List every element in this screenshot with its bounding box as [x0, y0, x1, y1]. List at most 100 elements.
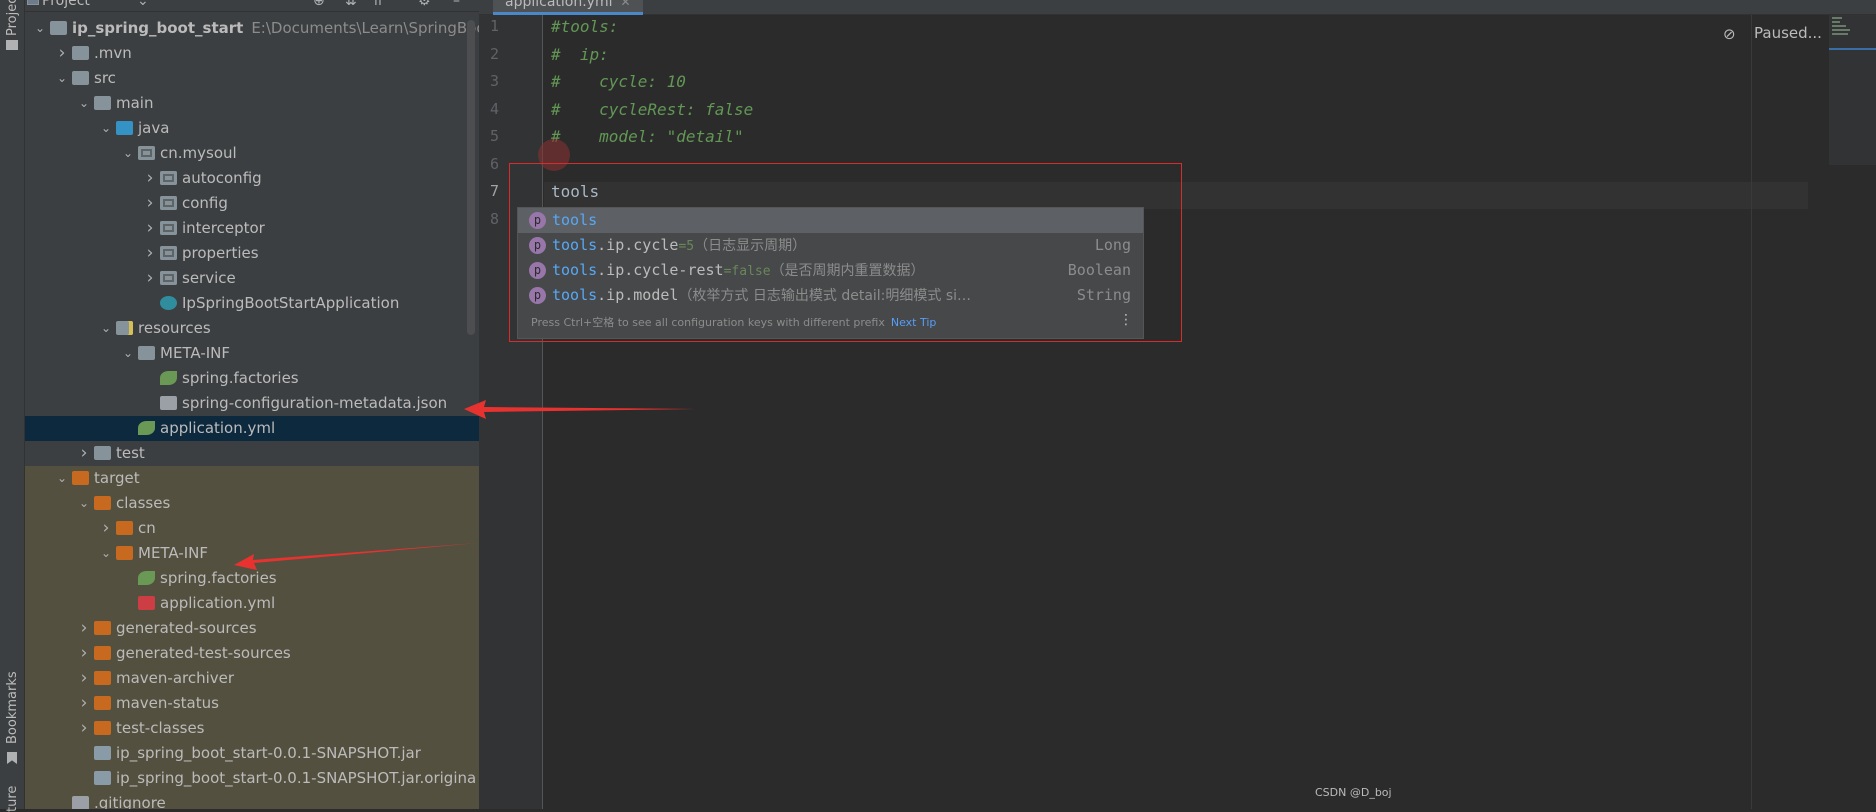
tree-row[interactable]: ⌄ cn.mysoul	[25, 141, 479, 166]
tree-row[interactable]: › test-classes	[25, 716, 479, 741]
tab-application-yml[interactable]: application.yml ✕	[493, 0, 643, 15]
tree-row[interactable]: application.yml	[25, 591, 479, 616]
chevron-right-icon[interactable]: ›	[144, 191, 156, 216]
chevron-down-icon[interactable]: ⌄	[56, 66, 68, 91]
chevron-right-icon[interactable]: ›	[144, 166, 156, 191]
hide-icon[interactable]: –	[453, 0, 467, 8]
tree-row[interactable]: › .mvn	[25, 41, 479, 66]
module-icon	[50, 21, 67, 35]
watermark: CSDN @D_boj	[1315, 786, 1392, 799]
package-icon	[160, 171, 177, 185]
tree-row[interactable]: ⌄ classes	[25, 491, 479, 516]
package-icon	[138, 146, 155, 160]
expand-all-icon[interactable]: ⇊	[345, 0, 359, 8]
code-line[interactable]: # ip:	[551, 45, 609, 64]
collapse-all-icon[interactable]: ⇈	[372, 0, 386, 8]
chevron-down-icon[interactable]: ⌄	[100, 116, 112, 141]
code-line[interactable]: #tools:	[551, 17, 618, 36]
excluded-folder-icon	[94, 496, 111, 510]
tree-row-label: test	[116, 444, 145, 462]
tree-row[interactable]: ⌄ ip_spring_boot_start E:\Documents\Learn\…	[25, 16, 479, 41]
tree-row[interactable]: ⌄ resources	[25, 316, 479, 341]
tree-row[interactable]: ⌄ target	[25, 466, 479, 491]
tree-row[interactable]: › config	[25, 191, 479, 216]
chevron-right-icon[interactable]: ›	[78, 641, 90, 666]
package-icon	[160, 271, 177, 285]
chevron-right-icon[interactable]: ›	[100, 516, 112, 541]
tree-row[interactable]: spring-configuration-metadata.json	[25, 391, 479, 416]
excluded-folder-icon	[94, 646, 111, 660]
chevron-right-icon[interactable]: ›	[78, 666, 90, 691]
tree-row[interactable]: › service	[25, 266, 479, 291]
tree-row-label: autoconfig	[182, 169, 262, 187]
chevron-right-icon[interactable]: ›	[56, 41, 68, 66]
locate-icon[interactable]: ⊕	[313, 0, 327, 8]
tree-row[interactable]: › cn	[25, 516, 479, 541]
chevron-right-icon[interactable]: ›	[144, 266, 156, 291]
close-icon[interactable]: ✕	[621, 0, 631, 9]
project-panel-title[interactable]: Project	[42, 0, 90, 9]
tab-label: application.yml	[505, 0, 613, 10]
tree-row[interactable]: › maven-status	[25, 691, 479, 716]
tree-row-label: spring.factories	[182, 369, 299, 387]
tree-row[interactable]: ip_spring_boot_start-0.0.1-SNAPSHOT.jar	[25, 741, 479, 766]
tree-row[interactable]: › generated-sources	[25, 616, 479, 641]
chevron-right-icon[interactable]: ›	[78, 691, 90, 716]
package-icon	[160, 246, 177, 260]
chevron-right-icon[interactable]: ›	[144, 241, 156, 266]
tree-row[interactable]: spring.factories	[25, 366, 479, 391]
chevron-down-icon[interactable]: ⌄	[100, 541, 112, 566]
tree-row-label: maven-status	[116, 694, 219, 712]
folder-icon	[94, 96, 111, 110]
tree-row[interactable]: › generated-test-sources	[25, 641, 479, 666]
tree-row[interactable]: ⌄ main	[25, 91, 479, 116]
gear-icon[interactable]: ⚙	[418, 0, 432, 8]
tree-row[interactable]: › properties	[25, 241, 479, 266]
tree-row[interactable]: › autoconfig	[25, 166, 479, 191]
tree-row[interactable]: › maven-archiver	[25, 666, 479, 691]
chevron-right-icon[interactable]: ›	[78, 441, 90, 466]
bookmark-icon[interactable]	[7, 752, 17, 764]
paused-status[interactable]: Paused...	[1754, 24, 1822, 42]
tree-row[interactable]: application.yml	[25, 416, 479, 441]
excluded-folder-icon	[94, 721, 111, 735]
chevron-right-icon[interactable]: ›	[144, 216, 156, 241]
chevron-down-icon[interactable]: ⌄	[78, 91, 90, 116]
tree-row[interactable]: › test	[25, 441, 479, 466]
tree-row[interactable]: .gitignore	[25, 791, 479, 809]
source-folder-icon	[116, 121, 133, 135]
excluded-folder-icon	[116, 546, 133, 560]
tree-row-label: cn.mysoul	[160, 144, 237, 162]
project-tool-icon[interactable]	[6, 40, 18, 50]
code-line[interactable]: # cycleRest: false	[551, 100, 753, 119]
tree-row-label: IpSpringBootStartApplication	[182, 294, 400, 312]
tree-row[interactable]: ⌄ META-INF	[25, 341, 479, 366]
chevron-right-icon[interactable]: ›	[78, 716, 90, 741]
code-line[interactable]: # model: "detail"	[551, 127, 744, 146]
chevron-right-icon[interactable]: ›	[78, 616, 90, 641]
code-line[interactable]: # cycle: 10	[551, 72, 686, 91]
tree-row-label: application.yml	[160, 594, 276, 612]
chevron-down-icon[interactable]: ⌄	[56, 466, 68, 491]
tree-row[interactable]: › interceptor	[25, 216, 479, 241]
minimap[interactable]	[1829, 15, 1876, 165]
tree-row[interactable]: IpSpringBootStartApplication	[25, 291, 479, 316]
tree-row-label: src	[94, 69, 116, 87]
chevron-down-icon[interactable]: ⌄	[122, 341, 134, 366]
chevron-down-icon[interactable]: ⌄	[122, 141, 134, 166]
chevron-down-icon[interactable]: ⌄	[100, 316, 112, 341]
tree-row-label: java	[138, 119, 170, 137]
chevron-down-icon[interactable]: ⌄	[34, 16, 46, 41]
reader-mode-icon[interactable]: ⊘	[1723, 25, 1736, 43]
tree-row[interactable]: ⌄ src	[25, 66, 479, 91]
tree-row-label: interceptor	[182, 219, 265, 237]
tool-window-stripe: Project Bookmarks ture	[0, 0, 25, 812]
chevron-down-icon[interactable]: ⌄	[137, 0, 151, 8]
tree-row[interactable]: ⌄ java	[25, 116, 479, 141]
tree-row[interactable]: ip_spring_boot_start-0.0.1-SNAPSHOT.jar.…	[25, 766, 479, 791]
spring-yml-icon	[138, 421, 155, 435]
project-scrollbar[interactable]	[467, 20, 475, 335]
annotation-arrow-meta-inf	[234, 543, 478, 570]
tree-row-label: .gitignore	[94, 794, 166, 809]
chevron-down-icon[interactable]: ⌄	[78, 491, 90, 516]
